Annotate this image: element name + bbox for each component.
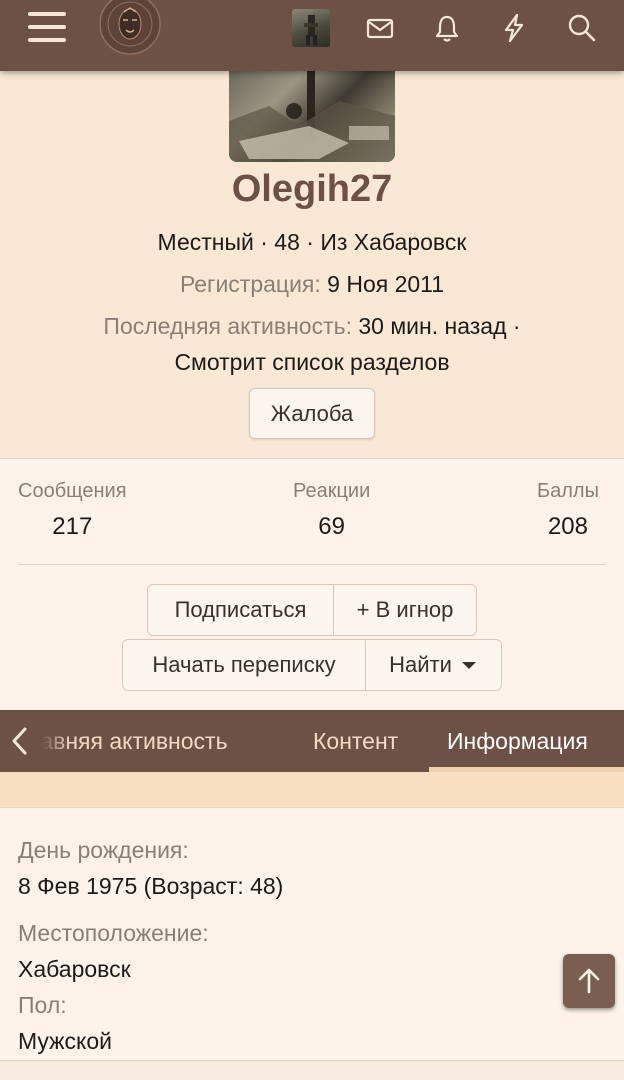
profile-tabs: Недавняя активность Контент Информация xyxy=(0,710,624,772)
profile-title-line: Местный · 48 · Из Хабаровск xyxy=(157,229,467,255)
last-activity-label: Последняя активность: xyxy=(103,313,352,339)
report-button[interactable]: Жалоба xyxy=(249,388,375,439)
caret-down-icon xyxy=(461,662,476,669)
menu-icon[interactable] xyxy=(28,12,66,46)
registration-value: 9 Ноя 2011 xyxy=(327,271,445,297)
lightning-icon[interactable] xyxy=(498,12,530,44)
location-label: Местоположение: xyxy=(18,920,209,946)
bell-icon[interactable] xyxy=(431,12,463,44)
stats-divider xyxy=(18,564,606,565)
logo-seal[interactable] xyxy=(98,0,164,56)
stat-value: 217 xyxy=(52,513,93,540)
user-avatar[interactable] xyxy=(292,9,330,47)
stat-messages[interactable]: Сообщения 217 xyxy=(18,480,127,541)
tab-content[interactable]: Контент xyxy=(313,710,398,772)
chevron-left-icon[interactable] xyxy=(8,726,32,756)
stat-value: 208 xyxy=(547,513,588,540)
stat-label: Сообщения xyxy=(18,480,127,502)
stat-label: Реакции xyxy=(293,480,371,502)
bottom-strip xyxy=(0,1061,624,1080)
follow-button[interactable]: Подписаться xyxy=(147,584,334,636)
find-button-label: Найти xyxy=(389,652,452,677)
tab-information[interactable]: Информация xyxy=(447,710,588,772)
start-conversation-button[interactable]: Начать переписку xyxy=(122,639,366,691)
birthday-label: День рождения: xyxy=(18,837,189,863)
profile-avatar[interactable] xyxy=(229,71,395,162)
profile-header: Olegih27 Местный · 48 · Из Хабаровск Рег… xyxy=(0,71,624,458)
mail-icon[interactable] xyxy=(364,12,396,44)
registration-line: Регистрация: 9 Ноя 2011 xyxy=(0,271,624,298)
last-activity-value: 30 мин. назад · xyxy=(358,313,521,339)
last-activity-detail: Смотрит список разделов xyxy=(174,349,450,375)
stat-label: Баллы xyxy=(537,480,599,502)
gender-value: Мужской xyxy=(18,1028,113,1054)
stat-reactions[interactable]: Реакции 69 xyxy=(293,480,370,541)
stat-points[interactable]: Баллы 208 xyxy=(537,480,599,541)
birthday-value: 8 Фев 1975 (Возраст: 48) xyxy=(18,873,284,899)
arrow-up-icon xyxy=(578,968,600,994)
search-icon[interactable] xyxy=(566,12,598,44)
top-navigation-bar xyxy=(0,0,624,71)
registration-label: Регистрация: xyxy=(179,271,321,297)
profile-username: Olegih27 xyxy=(231,168,393,210)
section-band xyxy=(0,772,624,808)
stat-value: 69 xyxy=(318,513,345,540)
location-value: Хабаровск xyxy=(18,956,131,982)
stats-top-border xyxy=(0,458,624,459)
scroll-to-top-button[interactable] xyxy=(563,954,615,1008)
ignore-button[interactable]: + В игнор xyxy=(333,584,477,636)
find-dropdown-button[interactable]: Найти xyxy=(365,639,502,691)
gender-label: Пол: xyxy=(18,992,67,1018)
last-activity-line: Последняя активность: 30 мин. назад · xyxy=(0,313,624,340)
